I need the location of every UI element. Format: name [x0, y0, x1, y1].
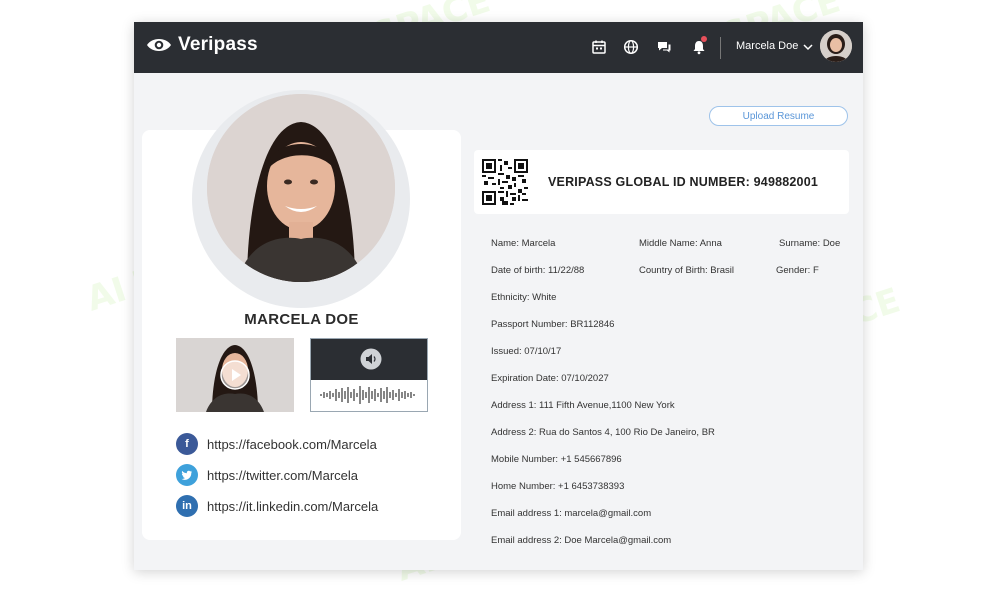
field-expiration-date: Expiration Date: 07/10/2027: [491, 373, 609, 384]
field-country-of-birth: Country of Birth: Brasil: [639, 265, 735, 276]
profile-portrait: [207, 94, 395, 282]
chevron-down-icon[interactable]: [802, 41, 814, 53]
globe-icon[interactable]: [623, 39, 639, 55]
linkedin-icon: in: [176, 495, 198, 517]
user-name[interactable]: Marcela Doe: [736, 40, 798, 52]
facebook-icon: f: [176, 433, 198, 455]
audio-player[interactable]: [310, 338, 428, 412]
personal-details: Name: Marcela Middle Name: Anna Surname:…: [474, 227, 849, 557]
field-passport-number: Passport Number: BR112846: [491, 319, 615, 330]
avatar-portrait: [820, 30, 852, 62]
profile-name: MARCELA DOE: [244, 311, 359, 328]
avatar[interactable]: [820, 30, 852, 62]
field-issued: Issued: 07/10/17: [491, 346, 562, 357]
calendar-icon[interactable]: [591, 39, 607, 55]
audio-waveform: [320, 386, 415, 404]
twitter-url[interactable]: https://twitter.com/Marcela: [207, 468, 358, 483]
field-home-number: Home Number: +1 6453738393: [491, 481, 625, 492]
linkedin-url[interactable]: https://it.linkedin.com/Marcela: [207, 499, 378, 514]
field-name: Name: Marcela: [491, 238, 556, 249]
field-date-of-birth: Date of birth: 11/22/88: [491, 265, 585, 276]
social-link-linkedin[interactable]: in https://it.linkedin.com/Marcela: [176, 495, 378, 517]
profile-photo: [207, 94, 395, 282]
play-icon[interactable]: [220, 360, 250, 390]
upload-resume-button[interactable]: Upload Resume: [709, 106, 848, 126]
field-gender: Gender: F: [776, 265, 819, 276]
field-surname: Surname: Doe: [779, 238, 841, 249]
brand-logo[interactable]: Veripass: [146, 34, 258, 56]
chat-icon[interactable]: [656, 39, 672, 55]
twitter-icon: [176, 464, 198, 486]
top-navigation-bar: Veripass Marcela Doe: [134, 22, 863, 73]
field-ethnicity: Ethnicity: White: [491, 292, 557, 303]
twitter-bird-icon: [181, 470, 192, 480]
notification-badge: [701, 36, 707, 42]
topbar-divider: [720, 37, 721, 59]
field-email-2: Email address 2: Doe Marcela@gmail.com: [491, 535, 672, 546]
social-link-twitter[interactable]: https://twitter.com/Marcela: [176, 464, 358, 486]
facebook-url[interactable]: https://facebook.com/Marcela: [207, 437, 377, 452]
eye-logo-icon: [147, 39, 171, 51]
field-middle-name: Middle Name: Anna: [639, 238, 722, 249]
global-id-card: VERIPASS GLOBAL ID NUMBER: 949882001: [474, 150, 849, 214]
field-email-1: Email address 1: marcela@gmail.com: [491, 508, 652, 519]
profile-card: MARCELA DOE f https://facebook.com/Marce…: [142, 90, 461, 540]
video-thumbnail[interactable]: [176, 338, 294, 412]
speaker-icon[interactable]: [360, 348, 382, 370]
brand-name: Veripass: [178, 34, 258, 55]
field-address-1: Address 1: 111 Fifth Avenue,1100 New Yor…: [491, 400, 675, 411]
field-mobile-number: Mobile Number: +1 545667896: [491, 454, 622, 465]
qr-code-icon: [482, 159, 528, 205]
app-window: Veripass Marcela Doe Upload Resume MARCE…: [134, 22, 863, 570]
global-id-number: VERIPASS GLOBAL ID NUMBER: 949882001: [548, 175, 819, 189]
social-link-facebook[interactable]: f https://facebook.com/Marcela: [176, 433, 377, 455]
field-address-2: Address 2: Rua do Santos 4, 100 Rio De J…: [491, 427, 715, 438]
